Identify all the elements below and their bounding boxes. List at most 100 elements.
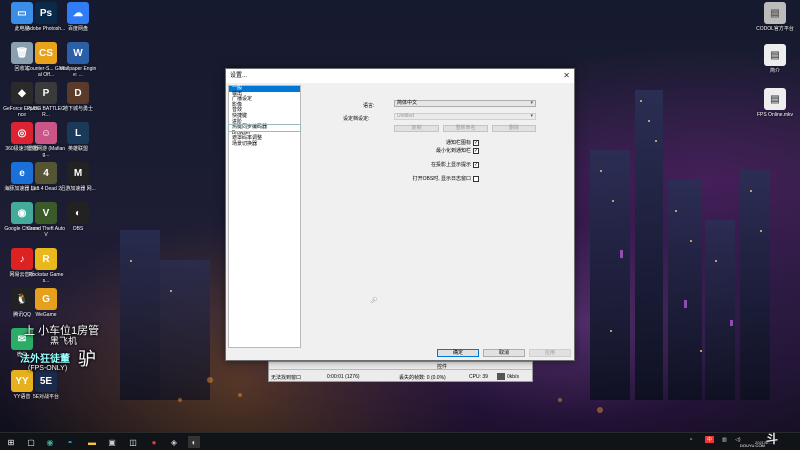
checkbox[interactable]: ✓ <box>473 139 479 146</box>
obs-meter <box>497 373 505 380</box>
desktop-icon[interactable]: D 地下城与勇士 <box>58 82 98 112</box>
desktop-icon[interactable]: W Wallpaper Engine: ... <box>58 42 98 78</box>
settings-sidebar: 一般 输出 广播设定 影像 音效 快捷键 进阶 热键同步编码器 Browser 遮罩码率调整 场景切… <box>228 85 301 348</box>
overlay-line-2: 黑飞机 <box>50 336 78 346</box>
desktop-icon-label: Rockstar Games... <box>28 272 64 284</box>
obs-status-left: 无法找到窗口 <box>271 375 302 381</box>
check-show-log-label: 打开OBS时, 显示日志窗口 <box>412 176 471 182</box>
chevron-down-icon: ▾ <box>530 100 533 106</box>
desktop-icon-label: 简介 <box>769 68 780 74</box>
check-tray-icon-label: 通知栏图标 <box>445 140 471 146</box>
codol-icon: ▤ <box>764 2 786 24</box>
5e-icon: 5E <box>35 370 57 392</box>
obs-bitrate: 0kb/s <box>507 374 519 380</box>
chrome-icon[interactable]: ◉ <box>44 436 56 448</box>
checkbox[interactable] <box>473 175 479 182</box>
tray-arrow-icon[interactable]: ^ <box>690 438 692 444</box>
xunyou-icon: M <box>67 162 89 184</box>
csgo-icon: CS <box>35 42 57 64</box>
desktop-icon-label: 英雄联盟 <box>67 146 88 152</box>
taskbar: ⊞ ▢ ◉ ◓ ▬ ▣ ◫ ● ◈ ◐ ^ 中 ▥ ◁) 2021/5/... <box>0 432 800 450</box>
file-explorer-icon[interactable]: ▬ <box>86 436 98 448</box>
profile-value: Untitled <box>397 113 414 119</box>
desktop-icon-label: FPS Online.mkv <box>756 112 794 118</box>
duplicate-profile-button[interactable]: 复制 <box>394 125 439 132</box>
netease-icon[interactable]: ● <box>148 436 160 448</box>
desktop-icon[interactable]: G WeGame <box>26 288 66 318</box>
video-file-icon: ▤ <box>764 88 786 110</box>
obs-taskbar-icon[interactable]: ◐ <box>188 436 200 448</box>
overlay-line-3: 法外狂徒董 <box>20 354 70 365</box>
desktop-icon[interactable]: M 迅游加速器 网... <box>58 162 98 192</box>
apply-button[interactable]: 应用 <box>529 349 571 357</box>
desktop-icon-label: CODOL官方平台 <box>756 26 794 32</box>
obs-time: 0:00:01 (1276) <box>327 374 360 380</box>
mouse-cursor-icon: ➚ <box>370 295 378 305</box>
check-minimize-tray-label: 最小化到通知栏 <box>435 148 471 154</box>
douyu-watermark: DOUYU.COM <box>740 443 765 448</box>
check-tray-icon[interactable]: 通知栏图标 ✓ <box>446 139 479 146</box>
desktop-icon-label: Wallpaper Engine: ... <box>59 66 97 78</box>
check-projector-hint[interactable]: 在投影上显示提示 ✓ <box>431 161 479 168</box>
check-minimize-tray[interactable]: 最小化到通知栏 ✓ <box>436 147 479 154</box>
desktop-icon[interactable]: L 英雄联盟 <box>58 122 98 152</box>
checkbox[interactable]: ✓ <box>473 147 479 154</box>
obs-controls-label[interactable]: 控件 <box>437 363 447 370</box>
dnf-icon: D <box>67 82 89 104</box>
settings-dialog: 设置... ✕ 一般 输出 广播设定 影像 音效 快捷键 进阶 热键同步编码器 Browser 遮… <box>225 68 575 361</box>
obs-status-strip: 控件 无法找到窗口 0:00:01 (1276) 丢失的帧数: 0 (0.0%)… <box>268 361 533 382</box>
dialog-title: 设置... <box>230 73 248 79</box>
desktop-icon-label: 迅游加速器 网... <box>60 186 96 192</box>
desktop-icon[interactable]: ▤ 简介 <box>755 44 795 74</box>
close-icon[interactable]: ✕ <box>563 69 570 82</box>
cancel-button[interactable]: 取消 <box>483 349 525 357</box>
ok-button[interactable]: 确定 <box>437 349 479 357</box>
douyu-watermark-logo: 斗 <box>766 432 779 446</box>
settings-content: 语言: 简体中文 ▾ 设定档设定: Untitled ▾ 复制 重新命名 删除 … <box>305 85 570 348</box>
task-view-icon[interactable]: ▢ <box>25 436 37 448</box>
overlay-line-4: (FPS-ONLY) <box>28 365 68 372</box>
language-label: 语言: <box>363 103 375 109</box>
lol-icon: L <box>67 122 89 144</box>
desktop-icon[interactable]: ◐ OBS <box>58 202 98 232</box>
checkbox[interactable]: ✓ <box>473 161 479 168</box>
rockstar-icon: R <box>35 248 57 270</box>
check-projector-hint-label: 在投影上显示提示 <box>430 162 471 168</box>
photoshop-icon: Ps <box>35 2 57 24</box>
desktop-icon[interactable]: ☁ 百度网盘 <box>58 2 98 32</box>
photos-icon[interactable]: ◫ <box>127 436 139 448</box>
desktop-icon-label: 百度网盘 <box>67 26 88 32</box>
desktop-icon-label: WeGame <box>35 312 57 318</box>
desktop-icon-label: 5E对战平台 <box>32 394 60 400</box>
sidebar-item[interactable]: 场景切换器 <box>229 141 300 148</box>
baidu-netdisk-icon: ☁ <box>67 2 89 24</box>
desktop-icon[interactable]: ▤ FPS Online.mkv <box>755 88 795 118</box>
doc-icon: ▤ <box>764 44 786 66</box>
network-icon[interactable]: ▥ <box>722 437 727 443</box>
rename-profile-button[interactable]: 重新命名 <box>443 125 488 132</box>
check-show-log[interactable]: 打开OBS时, 显示日志窗口 <box>413 175 479 182</box>
windows-icon[interactable]: ⊞ <box>5 436 17 448</box>
profile-select[interactable]: Untitled ▾ <box>394 113 536 120</box>
wallpaper-engine-icon: W <box>67 42 89 64</box>
obs-icon: ◐ <box>67 202 89 224</box>
obs-dropped: 丢失的帧数: 0 (0.0%) <box>399 375 446 381</box>
desktop-icon[interactable]: 5E 5E对战平台 <box>26 370 66 400</box>
store-icon[interactable]: ▣ <box>106 436 118 448</box>
dialog-title-bar[interactable]: 设置... ✕ <box>226 69 574 83</box>
gta-icon: V <box>35 202 57 224</box>
profile-label: 设定档设定: <box>343 116 370 122</box>
chevron-down-icon: ▾ <box>530 113 533 119</box>
overlay-line-5: 驴 <box>78 349 96 369</box>
desktop-icon-label: OBS <box>72 226 84 232</box>
language-select[interactable]: 简体中文 ▾ <box>394 100 536 107</box>
desktop-icon[interactable]: ▤ CODOL官方平台 <box>755 2 795 32</box>
wegame-icon: G <box>35 288 57 310</box>
edge-icon[interactable]: ◓ <box>64 436 76 448</box>
desktop-icon-label: 地下城与勇士 <box>62 106 93 112</box>
app-icon[interactable]: ◈ <box>168 436 180 448</box>
desktop-icon[interactable]: R Rockstar Games... <box>26 248 66 284</box>
l4d2-icon: 4 <box>35 162 57 184</box>
delete-profile-button[interactable]: 删除 <box>492 125 536 132</box>
ime-icon[interactable]: 中 <box>705 436 715 443</box>
